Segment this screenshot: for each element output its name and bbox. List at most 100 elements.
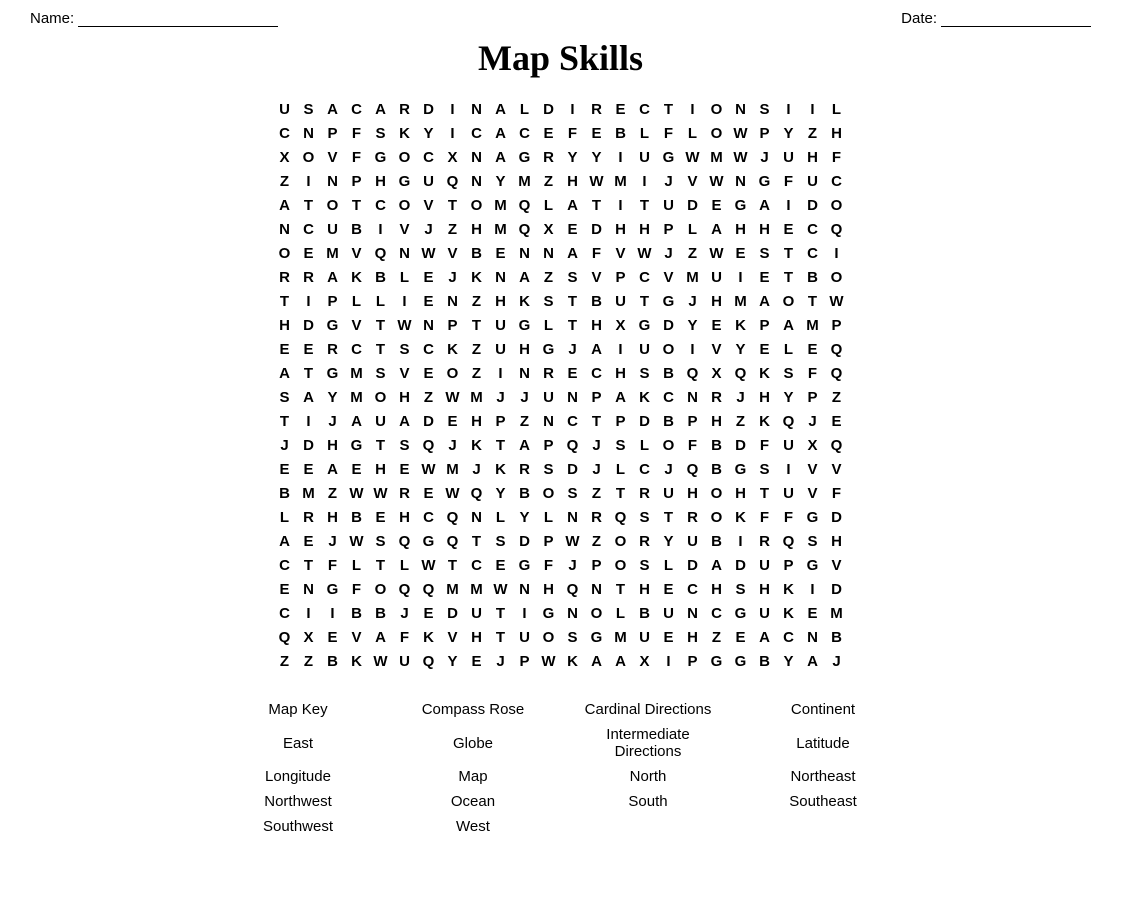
grid-cell: Y xyxy=(777,649,801,673)
grid-cell: V xyxy=(345,313,369,337)
grid-cell: N xyxy=(489,265,513,289)
grid-cell: E xyxy=(417,361,441,385)
grid-cell: J xyxy=(753,145,777,169)
date-input[interactable] xyxy=(941,11,1091,27)
grid-cell: A xyxy=(369,97,393,121)
grid-cell: F xyxy=(825,145,849,169)
grid-cell: T xyxy=(801,289,825,313)
grid-cell: B xyxy=(465,241,489,265)
grid-cell: K xyxy=(633,385,657,409)
grid-cell: N xyxy=(465,145,489,169)
grid-cell: P xyxy=(609,409,633,433)
grid-cell: J xyxy=(321,409,345,433)
grid-cell: C xyxy=(633,97,657,121)
grid-cell: U xyxy=(633,145,657,169)
grid-cell: N xyxy=(465,97,489,121)
grid-cell: K xyxy=(441,337,465,361)
grid-cell: T xyxy=(585,409,609,433)
grid-cell: C xyxy=(561,409,585,433)
grid-cell: K xyxy=(561,649,585,673)
grid-cell: C xyxy=(345,337,369,361)
grid-cell: P xyxy=(321,121,345,145)
grid-cell: Z xyxy=(705,625,729,649)
grid-cell: S xyxy=(537,457,561,481)
grid-cell: A xyxy=(561,193,585,217)
grid-cell: O xyxy=(369,577,393,601)
grid-cell: G xyxy=(657,289,681,313)
grid-cell: Y xyxy=(441,649,465,673)
name-input[interactable] xyxy=(78,11,278,27)
grid-cell: D xyxy=(801,193,825,217)
grid-cell: T xyxy=(561,289,585,313)
grid-cell: A xyxy=(273,193,297,217)
grid-cell: H xyxy=(705,289,729,313)
grid-cell: B xyxy=(321,649,345,673)
grid-cell: O xyxy=(657,337,681,361)
grid-cell: A xyxy=(321,97,345,121)
grid-cell: G xyxy=(513,553,537,577)
grid-cell: F xyxy=(585,241,609,265)
grid-cell: B xyxy=(633,601,657,625)
grid-cell: E xyxy=(489,553,513,577)
grid-cell: D xyxy=(441,601,465,625)
grid-cell: Q xyxy=(825,361,849,385)
grid-cell: X xyxy=(273,145,297,169)
grid-cell: H xyxy=(585,313,609,337)
grid-cell: H xyxy=(705,577,729,601)
grid-cell: J xyxy=(393,601,417,625)
grid-cell: Z xyxy=(273,649,297,673)
grid-cell: J xyxy=(657,241,681,265)
grid-cell: R xyxy=(297,265,321,289)
grid-cell: Q xyxy=(825,433,849,457)
grid-cell: I xyxy=(297,409,321,433)
grid-cell: A xyxy=(321,265,345,289)
word-search-grid: USACARDINALDIRECTIONSIILCNPFSKYICACEFEBL… xyxy=(30,97,1091,673)
grid-cell: E xyxy=(273,577,297,601)
grid-cell: Y xyxy=(489,481,513,505)
grid-cell: G xyxy=(417,529,441,553)
grid-cell: T xyxy=(465,529,489,553)
grid-cell: U xyxy=(465,601,489,625)
grid-cell: H xyxy=(393,505,417,529)
grid-cell: E xyxy=(777,217,801,241)
grid-cell: O xyxy=(609,529,633,553)
grid-cell: G xyxy=(657,145,681,169)
grid-cell: H xyxy=(753,217,777,241)
grid-cell: Q xyxy=(561,577,585,601)
grid-cell: N xyxy=(681,385,705,409)
grid-cell: I xyxy=(777,193,801,217)
grid-cell: G xyxy=(513,313,537,337)
grid-cell: V xyxy=(345,625,369,649)
grid-cell: I xyxy=(609,337,633,361)
grid-cell: U xyxy=(513,625,537,649)
grid-cell: F xyxy=(657,121,681,145)
grid-cell: X xyxy=(801,433,825,457)
grid-cell: J xyxy=(273,433,297,457)
grid-cell: Q xyxy=(681,457,705,481)
grid-cell: F xyxy=(561,121,585,145)
grid-cell: Y xyxy=(657,529,681,553)
word-list-section: Map KeyCompass RoseCardinal DirectionsCo… xyxy=(30,697,1091,839)
grid-cell: V xyxy=(393,361,417,385)
grid-cell: W xyxy=(705,241,729,265)
grid-cell: E xyxy=(561,217,585,241)
grid-cell: W xyxy=(729,121,753,145)
grid-cell: S xyxy=(273,385,297,409)
grid-cell: E xyxy=(537,121,561,145)
grid-cell: V xyxy=(585,265,609,289)
grid-cell: O xyxy=(297,145,321,169)
grid-cell: H xyxy=(273,313,297,337)
grid-cell: H xyxy=(681,625,705,649)
grid-cell: B xyxy=(369,265,393,289)
grid-cell: M xyxy=(609,169,633,193)
grid-cell: T xyxy=(609,481,633,505)
grid-cell: O xyxy=(609,553,633,577)
grid-cell: P xyxy=(585,385,609,409)
word-list-item: Cardinal Directions xyxy=(561,697,736,722)
grid-cell: T xyxy=(297,361,321,385)
grid-cell: W xyxy=(345,529,369,553)
grid-cell: S xyxy=(369,361,393,385)
grid-cell: X xyxy=(537,217,561,241)
grid-cell: A xyxy=(705,553,729,577)
grid-cell: I xyxy=(729,529,753,553)
